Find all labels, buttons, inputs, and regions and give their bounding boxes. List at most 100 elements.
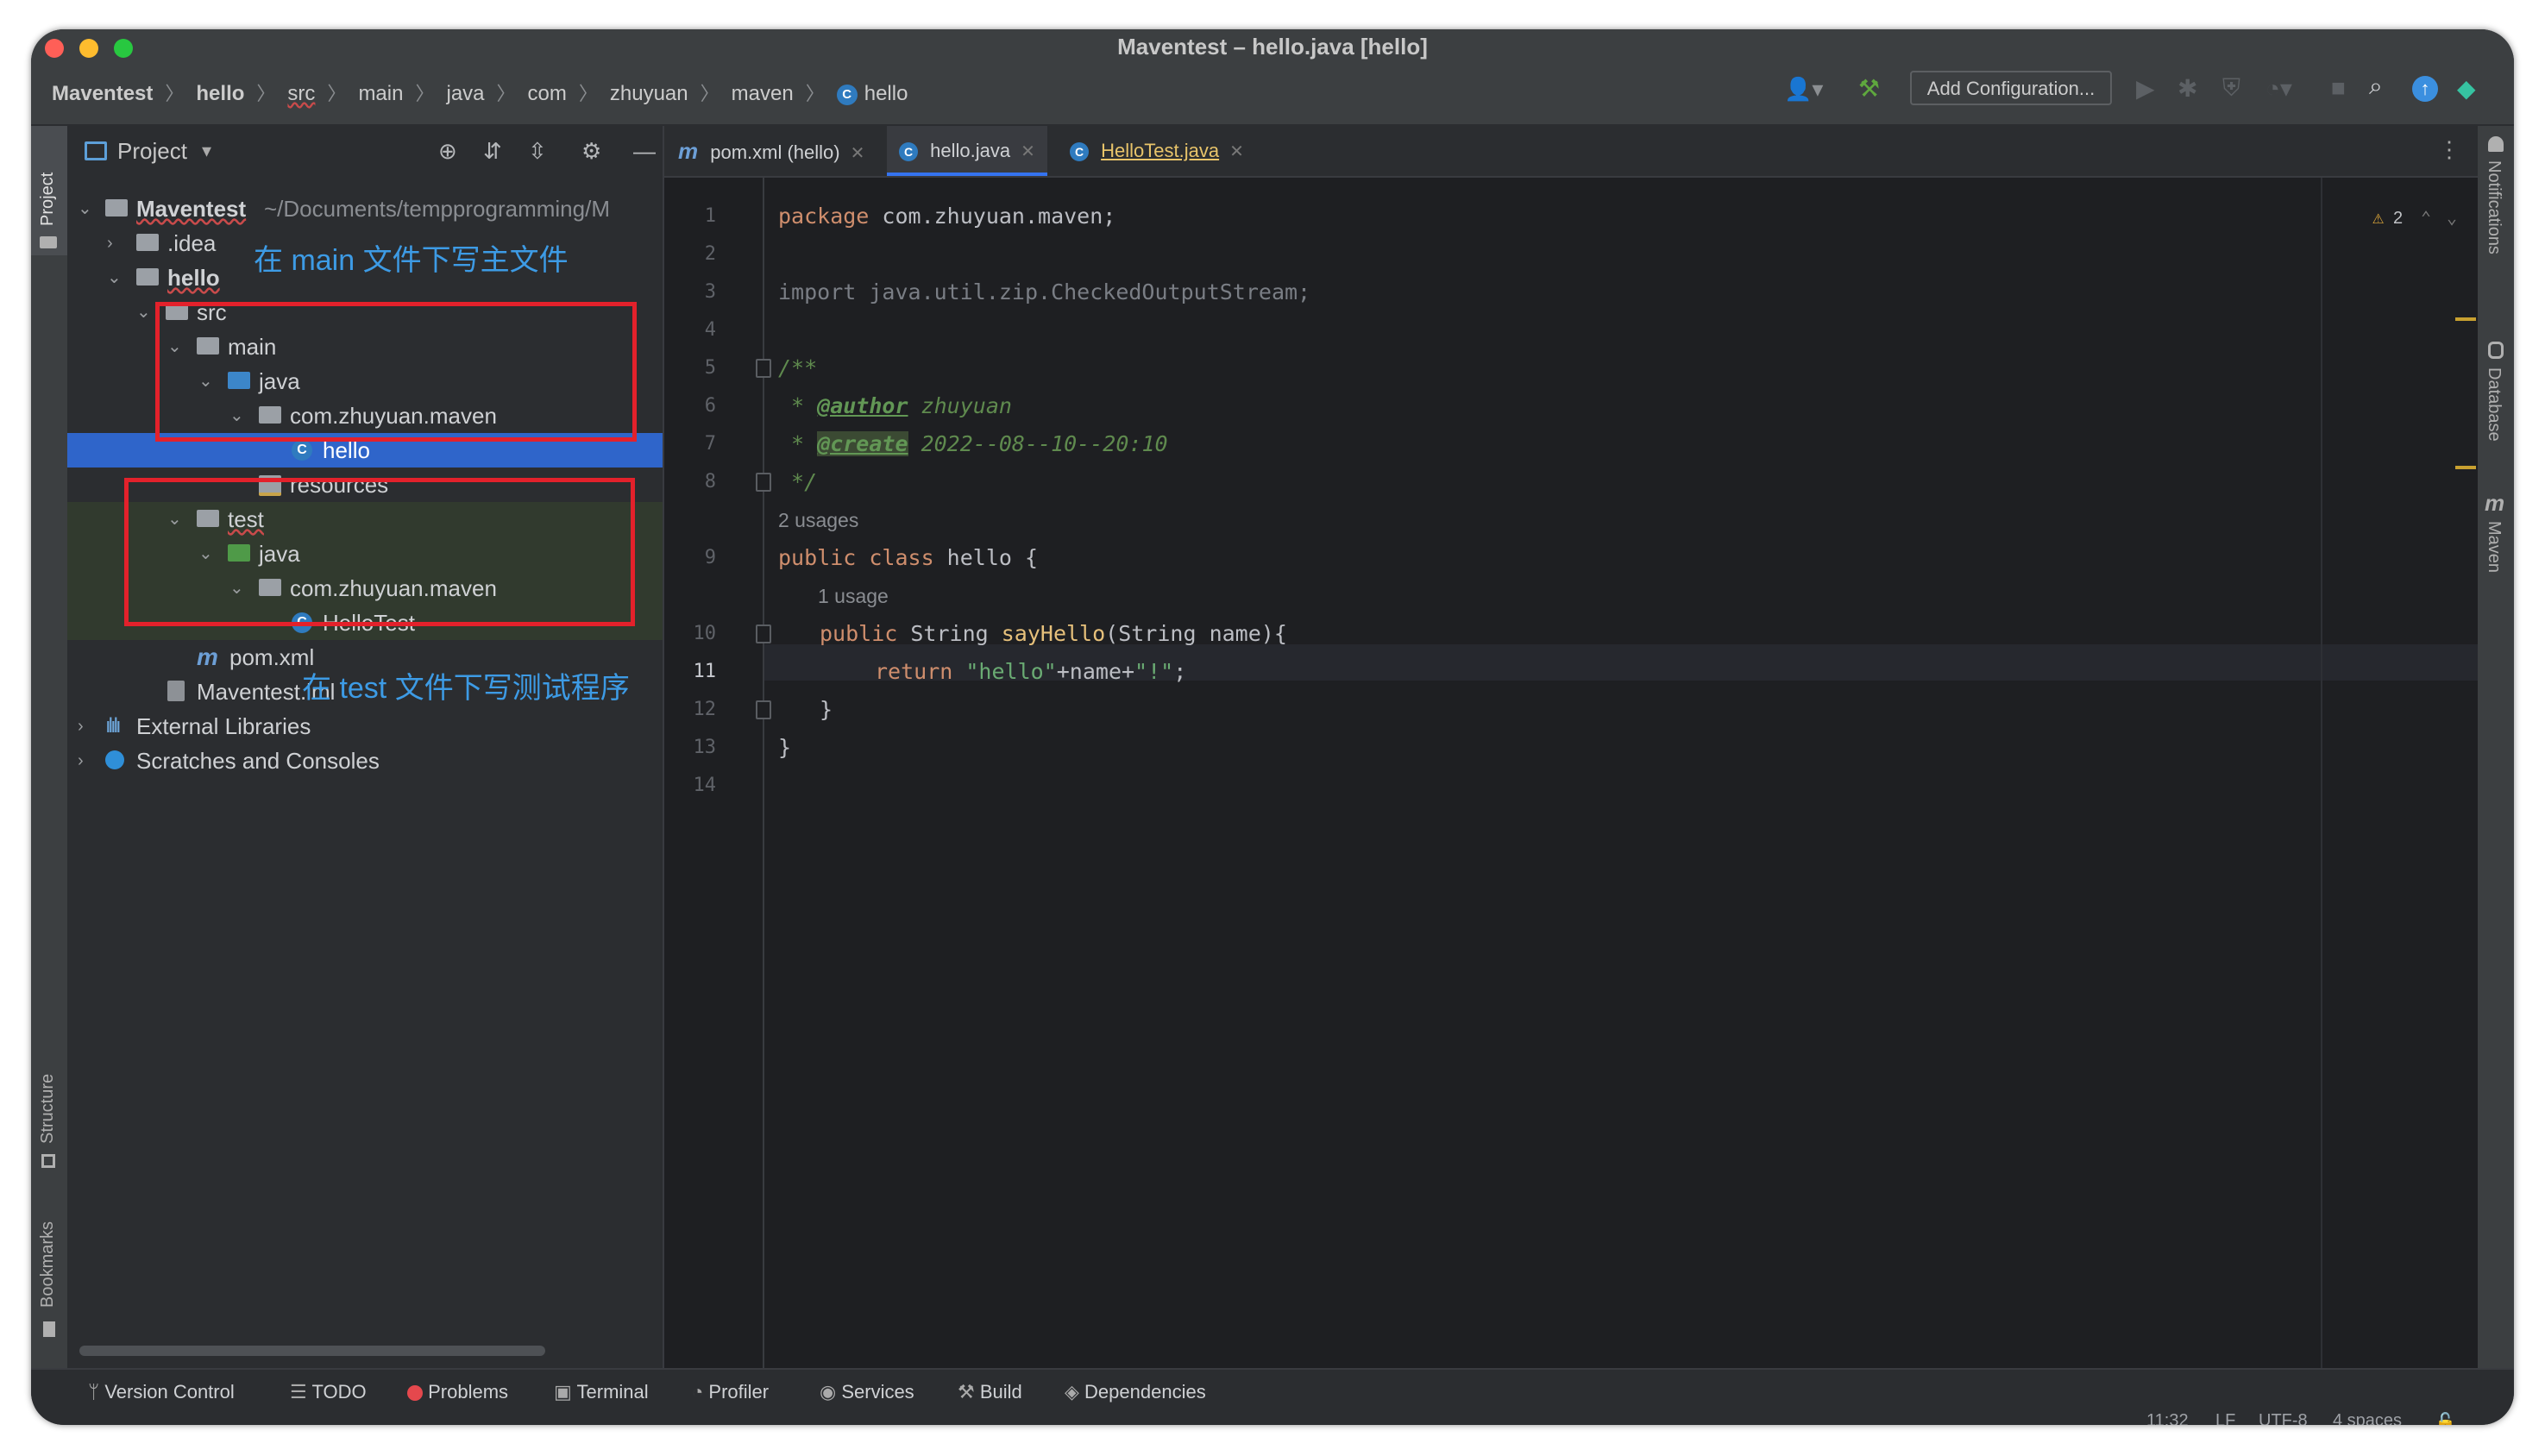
locate-icon[interactable]: ⊕ [438,126,457,176]
chevron-right-icon[interactable]: › [107,226,113,260]
chevron-right-icon[interactable]: › [78,744,84,778]
bookmarks-tool-label[interactable]: Bookmarks [38,1221,58,1308]
usages-hint[interactable]: 1 usage [818,585,889,608]
fold-marker[interactable] [756,359,771,378]
profile-icon[interactable]: ◔▾ [2265,74,2292,103]
tree-row-scratches[interactable]: › Scratches and Consoles [67,744,663,778]
terminal-button[interactable]: ▣ Terminal [554,1380,649,1404]
breadcrumb-maven[interactable]: maven [732,82,794,105]
build-button[interactable]: ⚒ Build [958,1380,1022,1404]
module-folder-icon [105,199,128,217]
code-token: public [820,621,898,646]
chevron-down-icon[interactable]: ⌄ [107,260,122,295]
close-icon[interactable]: ✕ [1229,142,1244,161]
lock-icon[interactable]: 🔓 [2435,1411,2456,1425]
libraries-icon: ılılı [105,714,122,737]
breadcrumb-src[interactable]: src [287,82,315,105]
error-stripe-mark[interactable] [2455,466,2476,469]
structure-icon [41,1154,55,1168]
left-tool-strip: Project Structure Bookmarks [31,126,67,1368]
code-editor[interactable]: ⚠ 2 ⌃ ⌄ 1 2 3 4 5 6 7 8 9 10 11 12 13 14… [664,178,2478,1368]
user-icon[interactable]: 👤▾ [1784,76,1823,103]
project-horizontal-scrollbar[interactable] [79,1346,545,1356]
update-icon[interactable]: ↑ [2412,76,2438,102]
run-icon[interactable]: ▶ [2136,74,2155,103]
bottom-label: Terminal [576,1381,649,1403]
tab-hello-java[interactable]: C hello.java ✕ [887,126,1047,176]
fold-marker[interactable] [756,700,771,719]
services-button[interactable]: ◉ Services [820,1380,914,1404]
file-encoding[interactable]: UTF-8 [2259,1411,2308,1425]
line-separator[interactable]: LF [2215,1411,2235,1425]
line-number: 14 [693,775,717,796]
zoom-window-button[interactable] [114,39,133,58]
project-view-selector[interactable]: Project [117,126,187,176]
more-options-icon[interactable]: ⋮ [2438,136,2460,163]
close-icon[interactable]: ✕ [1021,142,1035,161]
tree-label-scratches: Scratches and Consoles [136,748,380,774]
collapse-all-icon[interactable]: ⇳ [528,126,547,176]
code-line-9: public class hello { [778,545,1038,570]
breadcrumb-com[interactable]: com [528,82,567,105]
expand-all-icon[interactable]: ⇵ [483,126,502,176]
line-number: 1 [704,205,716,227]
profiler-button[interactable]: ◔ Profiler [692,1380,769,1404]
notifications-tool-label[interactable]: Notifications [2484,160,2504,254]
version-control-button[interactable]: ᛘ Version Control [88,1380,235,1404]
hide-panel-icon[interactable]: — [633,126,656,176]
problems-button[interactable]: Problems [407,1380,508,1404]
dependencies-button[interactable]: ◈ Dependencies [1065,1380,1206,1404]
breadcrumb-maventest[interactable]: Maventest [52,82,153,105]
project-tool-label[interactable]: Project [38,173,58,226]
chevron-down-icon[interactable]: ⌄ [78,191,92,226]
error-stripe-mark[interactable] [2455,317,2476,321]
tab-hellotest-java[interactable]: C HelloTest.java ✕ [1070,126,1244,176]
indent-setting[interactable]: 4 spaces [2333,1411,2402,1425]
chevron-right-icon[interactable]: › [78,709,84,744]
bookmark-icon [43,1321,55,1337]
plugin-logo-icon[interactable]: ◆ [2457,74,2476,103]
chevron-up-icon[interactable]: ⌃ [2421,207,2431,228]
todo-button[interactable]: ☰ TODO [290,1380,367,1404]
minimize-window-button[interactable] [79,39,98,58]
cursor-position[interactable]: 11:32 [2146,1411,2189,1425]
warning-icon[interactable]: ⚠ [2372,207,2384,229]
breadcrumb-hello-class[interactable]: hello [864,82,908,105]
warning-count[interactable]: 2 [2393,209,2403,229]
breadcrumb-java[interactable]: java [446,82,484,105]
chevron-down-icon[interactable]: ⌄ [136,295,151,329]
annotation-box-test [124,478,635,626]
fold-marker[interactable] [756,624,771,643]
code-line-10: public String sayHello(String name){ [820,621,1287,646]
usages-hint[interactable]: 2 usages [778,509,858,532]
stop-icon[interactable]: ■ [2331,74,2346,102]
line-number: 4 [704,319,716,341]
close-icon[interactable]: ✕ [851,144,865,163]
bell-icon[interactable] [2488,136,2504,152]
structure-tool-label[interactable]: Structure [38,1074,58,1144]
maven-icon[interactable]: m [2485,490,2504,517]
build-hammer-icon[interactable]: ⚒ [1858,74,1880,103]
maven-tool-label[interactable]: Maven [2484,521,2504,573]
tab-pom-xml[interactable]: m pom.xml (hello) ✕ [678,126,864,176]
tab-label: pom.xml (hello) [710,141,840,163]
chevron-down-icon[interactable]: ▾ [202,126,211,176]
close-window-button[interactable] [45,39,64,58]
coverage-icon[interactable]: ⛨ [2222,74,2240,103]
breadcrumb-zhuyuan[interactable]: zhuyuan [610,82,688,105]
line-number: 8 [704,471,716,493]
breadcrumb-hello-module[interactable]: hello [196,82,244,105]
tree-row-external-libraries[interactable]: › ılılı External Libraries [67,709,663,744]
database-tool-label[interactable]: Database [2484,367,2504,442]
database-icon[interactable] [2488,342,2504,359]
chevron-down-icon[interactable]: ⌄ [2447,207,2457,228]
debug-icon[interactable]: ✱ [2177,74,2197,103]
add-configuration-button[interactable]: Add Configuration... [1910,71,2112,105]
line-number: 12 [693,699,717,720]
fold-marker[interactable] [756,473,771,492]
gear-icon[interactable]: ⚙ [581,126,601,176]
tree-path: ~/Documents/tempprogramming/M [264,196,610,222]
search-icon[interactable]: ⌕ [2369,72,2383,101]
tree-row-maventest[interactable]: ⌄ Maventest ~/Documents/tempprogramming/… [67,191,663,226]
breadcrumb-main[interactable]: main [358,82,403,105]
